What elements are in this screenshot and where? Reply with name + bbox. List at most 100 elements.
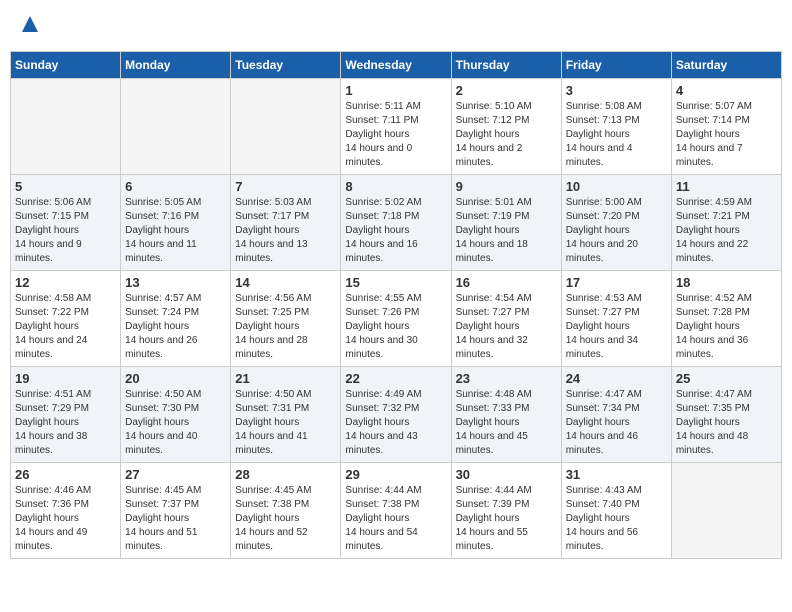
day-cell: [671, 463, 781, 559]
day-number: 19: [15, 371, 116, 386]
day-info: Sunrise: 4:53 AM Sunset: 7:27 PM Dayligh…: [566, 292, 667, 362]
day-number: 23: [456, 371, 557, 386]
day-cell: 4 Sunrise: 5:07 AM Sunset: 7:14 PM Dayli…: [671, 79, 781, 175]
day-info: Sunrise: 4:58 AM Sunset: 7:22 PM Dayligh…: [15, 292, 116, 362]
day-info: Sunrise: 4:44 AM Sunset: 7:39 PM Dayligh…: [456, 484, 557, 554]
day-number: 13: [125, 275, 226, 290]
day-number: 16: [456, 275, 557, 290]
day-info: Sunrise: 4:45 AM Sunset: 7:37 PM Dayligh…: [125, 484, 226, 554]
day-info: Sunrise: 4:52 AM Sunset: 7:28 PM Dayligh…: [676, 292, 777, 362]
day-number: 4: [676, 83, 777, 98]
day-cell: 29 Sunrise: 4:44 AM Sunset: 7:38 PM Dayl…: [341, 463, 451, 559]
week-row-4: 19 Sunrise: 4:51 AM Sunset: 7:29 PM Dayl…: [11, 367, 782, 463]
day-info: Sunrise: 4:59 AM Sunset: 7:21 PM Dayligh…: [676, 196, 777, 266]
logo-icon: [20, 14, 40, 34]
day-info: Sunrise: 4:57 AM Sunset: 7:24 PM Dayligh…: [125, 292, 226, 362]
day-info: Sunrise: 4:55 AM Sunset: 7:26 PM Dayligh…: [345, 292, 446, 362]
day-number: 26: [15, 467, 116, 482]
header-sunday: Sunday: [11, 52, 121, 79]
day-info: Sunrise: 4:48 AM Sunset: 7:33 PM Dayligh…: [456, 388, 557, 458]
day-info: Sunrise: 5:08 AM Sunset: 7:13 PM Dayligh…: [566, 100, 667, 170]
header-monday: Monday: [121, 52, 231, 79]
day-number: 7: [235, 179, 336, 194]
day-cell: 21 Sunrise: 4:50 AM Sunset: 7:31 PM Dayl…: [231, 367, 341, 463]
day-cell: 11 Sunrise: 4:59 AM Sunset: 7:21 PM Dayl…: [671, 175, 781, 271]
day-info: Sunrise: 5:01 AM Sunset: 7:19 PM Dayligh…: [456, 196, 557, 266]
day-cell: 10 Sunrise: 5:00 AM Sunset: 7:20 PM Dayl…: [561, 175, 671, 271]
header-wednesday: Wednesday: [341, 52, 451, 79]
day-number: 6: [125, 179, 226, 194]
day-info: Sunrise: 5:10 AM Sunset: 7:12 PM Dayligh…: [456, 100, 557, 170]
day-number: 11: [676, 179, 777, 194]
day-number: 10: [566, 179, 667, 194]
day-number: 8: [345, 179, 446, 194]
day-number: 31: [566, 467, 667, 482]
header-friday: Friday: [561, 52, 671, 79]
day-cell: 2 Sunrise: 5:10 AM Sunset: 7:12 PM Dayli…: [451, 79, 561, 175]
day-info: Sunrise: 4:47 AM Sunset: 7:35 PM Dayligh…: [676, 388, 777, 458]
day-info: Sunrise: 4:49 AM Sunset: 7:32 PM Dayligh…: [345, 388, 446, 458]
day-cell: 5 Sunrise: 5:06 AM Sunset: 7:15 PM Dayli…: [11, 175, 121, 271]
day-cell: [121, 79, 231, 175]
day-number: 21: [235, 371, 336, 386]
day-number: 28: [235, 467, 336, 482]
week-row-5: 26 Sunrise: 4:46 AM Sunset: 7:36 PM Dayl…: [11, 463, 782, 559]
day-info: Sunrise: 4:47 AM Sunset: 7:34 PM Dayligh…: [566, 388, 667, 458]
day-info: Sunrise: 4:50 AM Sunset: 7:31 PM Dayligh…: [235, 388, 336, 458]
header-tuesday: Tuesday: [231, 52, 341, 79]
day-number: 20: [125, 371, 226, 386]
day-number: 1: [345, 83, 446, 98]
header-row: SundayMondayTuesdayWednesdayThursdayFrid…: [11, 52, 782, 79]
day-info: Sunrise: 4:50 AM Sunset: 7:30 PM Dayligh…: [125, 388, 226, 458]
day-info: Sunrise: 5:07 AM Sunset: 7:14 PM Dayligh…: [676, 100, 777, 170]
header-thursday: Thursday: [451, 52, 561, 79]
day-info: Sunrise: 5:03 AM Sunset: 7:17 PM Dayligh…: [235, 196, 336, 266]
day-number: 30: [456, 467, 557, 482]
day-cell: 26 Sunrise: 4:46 AM Sunset: 7:36 PM Dayl…: [11, 463, 121, 559]
day-info: Sunrise: 4:56 AM Sunset: 7:25 PM Dayligh…: [235, 292, 336, 362]
day-number: 15: [345, 275, 446, 290]
day-cell: 24 Sunrise: 4:47 AM Sunset: 7:34 PM Dayl…: [561, 367, 671, 463]
day-cell: 7 Sunrise: 5:03 AM Sunset: 7:17 PM Dayli…: [231, 175, 341, 271]
week-row-2: 5 Sunrise: 5:06 AM Sunset: 7:15 PM Dayli…: [11, 175, 782, 271]
calendar-table: SundayMondayTuesdayWednesdayThursdayFrid…: [10, 51, 782, 559]
day-cell: 18 Sunrise: 4:52 AM Sunset: 7:28 PM Dayl…: [671, 271, 781, 367]
day-cell: 30 Sunrise: 4:44 AM Sunset: 7:39 PM Dayl…: [451, 463, 561, 559]
day-cell: 15 Sunrise: 4:55 AM Sunset: 7:26 PM Dayl…: [341, 271, 451, 367]
page-header: [10, 10, 782, 43]
day-cell: 6 Sunrise: 5:05 AM Sunset: 7:16 PM Dayli…: [121, 175, 231, 271]
day-number: 29: [345, 467, 446, 482]
day-cell: [11, 79, 121, 175]
day-cell: 23 Sunrise: 4:48 AM Sunset: 7:33 PM Dayl…: [451, 367, 561, 463]
day-number: 2: [456, 83, 557, 98]
logo: [18, 14, 40, 39]
day-cell: 1 Sunrise: 5:11 AM Sunset: 7:11 PM Dayli…: [341, 79, 451, 175]
day-number: 12: [15, 275, 116, 290]
day-number: 18: [676, 275, 777, 290]
day-info: Sunrise: 4:54 AM Sunset: 7:27 PM Dayligh…: [456, 292, 557, 362]
day-info: Sunrise: 5:06 AM Sunset: 7:15 PM Dayligh…: [15, 196, 116, 266]
day-cell: 3 Sunrise: 5:08 AM Sunset: 7:13 PM Dayli…: [561, 79, 671, 175]
day-cell: 31 Sunrise: 4:43 AM Sunset: 7:40 PM Dayl…: [561, 463, 671, 559]
day-info: Sunrise: 4:45 AM Sunset: 7:38 PM Dayligh…: [235, 484, 336, 554]
week-row-3: 12 Sunrise: 4:58 AM Sunset: 7:22 PM Dayl…: [11, 271, 782, 367]
day-cell: 12 Sunrise: 4:58 AM Sunset: 7:22 PM Dayl…: [11, 271, 121, 367]
day-cell: 13 Sunrise: 4:57 AM Sunset: 7:24 PM Dayl…: [121, 271, 231, 367]
day-cell: 14 Sunrise: 4:56 AM Sunset: 7:25 PM Dayl…: [231, 271, 341, 367]
day-cell: 22 Sunrise: 4:49 AM Sunset: 7:32 PM Dayl…: [341, 367, 451, 463]
day-number: 22: [345, 371, 446, 386]
day-cell: 19 Sunrise: 4:51 AM Sunset: 7:29 PM Dayl…: [11, 367, 121, 463]
day-info: Sunrise: 5:05 AM Sunset: 7:16 PM Dayligh…: [125, 196, 226, 266]
day-info: Sunrise: 4:51 AM Sunset: 7:29 PM Dayligh…: [15, 388, 116, 458]
day-cell: 27 Sunrise: 4:45 AM Sunset: 7:37 PM Dayl…: [121, 463, 231, 559]
day-cell: 28 Sunrise: 4:45 AM Sunset: 7:38 PM Dayl…: [231, 463, 341, 559]
header-saturday: Saturday: [671, 52, 781, 79]
day-number: 24: [566, 371, 667, 386]
day-number: 9: [456, 179, 557, 194]
day-number: 5: [15, 179, 116, 194]
day-number: 3: [566, 83, 667, 98]
day-info: Sunrise: 5:11 AM Sunset: 7:11 PM Dayligh…: [345, 100, 446, 170]
day-cell: 17 Sunrise: 4:53 AM Sunset: 7:27 PM Dayl…: [561, 271, 671, 367]
week-row-1: 1 Sunrise: 5:11 AM Sunset: 7:11 PM Dayli…: [11, 79, 782, 175]
day-number: 17: [566, 275, 667, 290]
